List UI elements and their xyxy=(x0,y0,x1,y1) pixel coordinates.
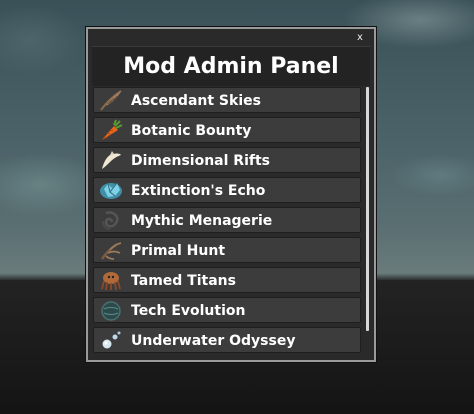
mod-item-ascendant-skies[interactable]: Ascendant Skies xyxy=(93,87,361,113)
mod-admin-panel: x Mod Admin Panel Ascendant Skies Botani… xyxy=(86,27,376,362)
claw-icon xyxy=(100,242,122,260)
coil-icon xyxy=(102,211,119,230)
mod-label: Botanic Bounty xyxy=(131,123,252,139)
title-bar: Mod Admin Panel xyxy=(92,46,370,86)
creature-icon xyxy=(101,272,121,291)
mod-label: Mythic Menagerie xyxy=(131,213,273,229)
orb-icon xyxy=(101,301,121,321)
mod-item-underwater-odyssey[interactable]: Underwater Odyssey xyxy=(93,327,361,353)
mod-label: Extinction's Echo xyxy=(131,183,266,199)
mod-label: Dimensional Rifts xyxy=(131,153,271,169)
bubbles-icon xyxy=(102,331,121,349)
mod-item-mythic-menagerie[interactable]: Mythic Menagerie xyxy=(93,207,361,233)
panel-title: Mod Admin Panel xyxy=(123,54,339,79)
mod-item-tech-evolution[interactable]: Tech Evolution xyxy=(93,297,361,323)
mod-list: Ascendant Skies Botanic Bounty Dimension… xyxy=(93,87,361,357)
close-button[interactable]: x xyxy=(353,31,367,44)
mod-item-botanic-bounty[interactable]: Botanic Bounty xyxy=(93,117,361,143)
mod-item-primal-hunt[interactable]: Primal Hunt xyxy=(93,237,361,263)
mod-label: Underwater Odyssey xyxy=(131,333,296,349)
mod-label: Ascendant Skies xyxy=(131,93,261,109)
mod-item-dimensional-rifts[interactable]: Dimensional Rifts xyxy=(93,147,361,173)
carrot-icon xyxy=(102,119,123,140)
mod-label: Primal Hunt xyxy=(131,243,226,259)
mod-label: Tamed Titans xyxy=(131,273,236,289)
mod-item-extinctions-echo[interactable]: Extinction's Echo xyxy=(93,177,361,203)
scrollbar[interactable] xyxy=(364,87,370,359)
tooth-icon xyxy=(102,151,121,169)
mod-label: Tech Evolution xyxy=(131,303,246,319)
feather-icon xyxy=(100,90,122,111)
scrollbar-thumb[interactable] xyxy=(366,87,369,331)
mod-item-tamed-titans[interactable]: Tamed Titans xyxy=(93,267,361,293)
crystal-icon xyxy=(100,182,122,199)
